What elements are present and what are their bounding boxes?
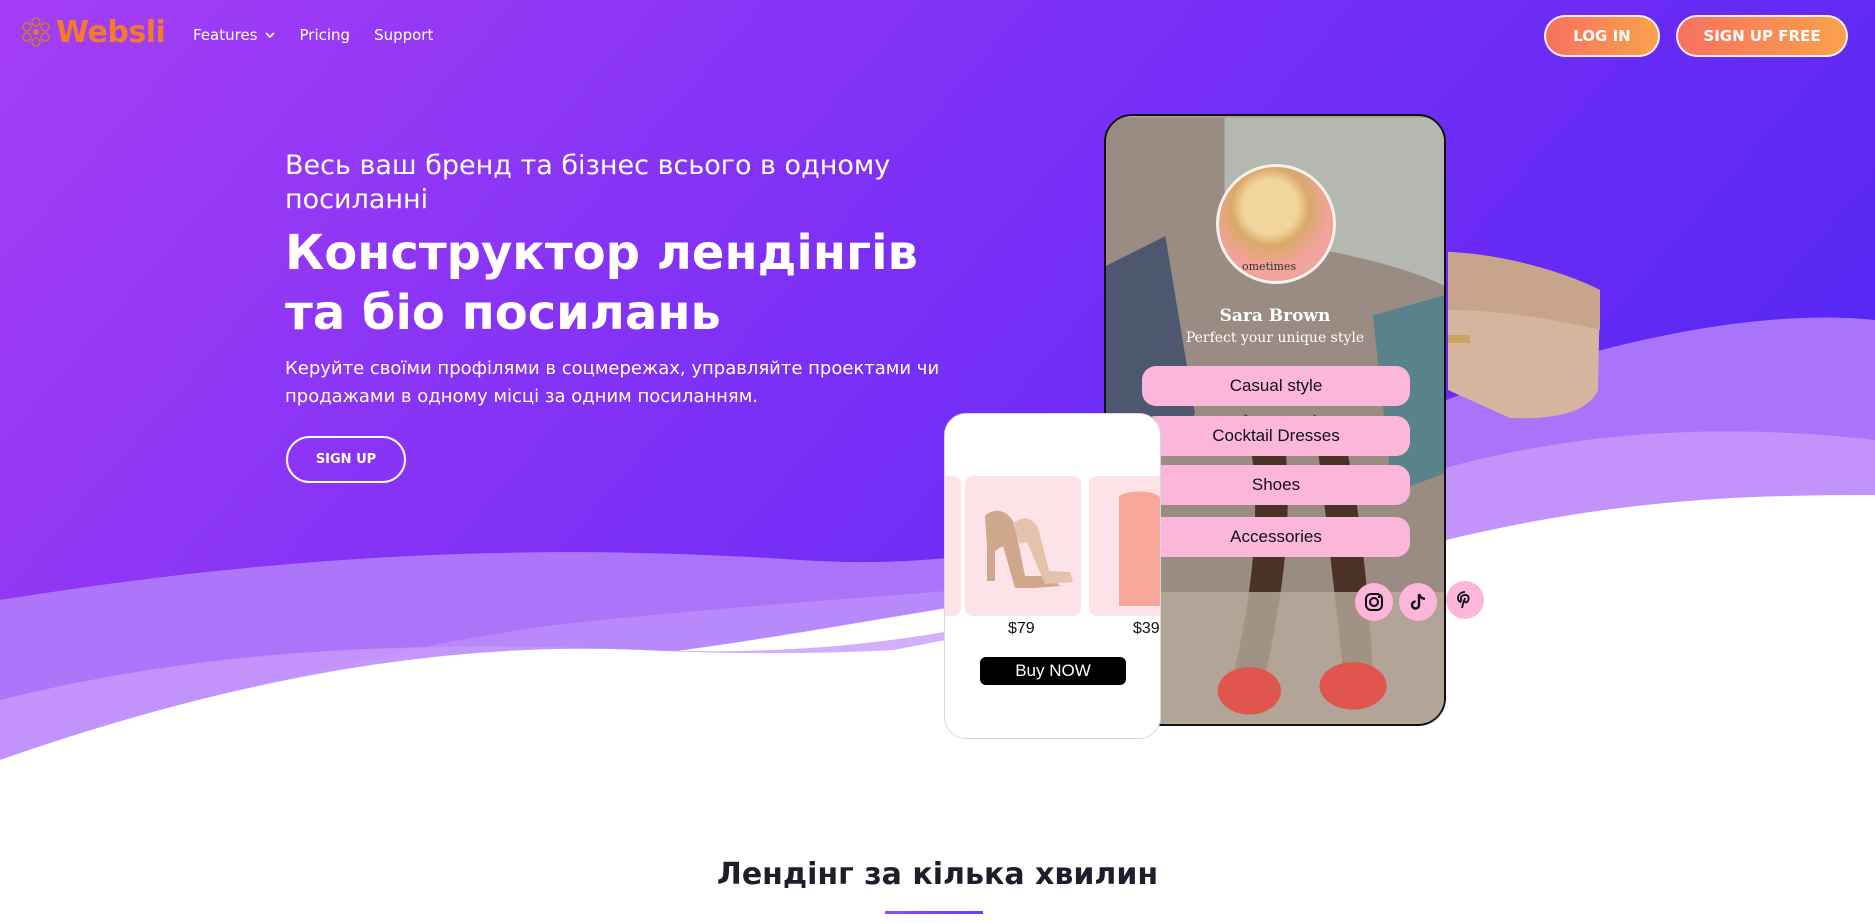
hero-subtitle: Весь ваш бренд та бізнес всього в одному… xyxy=(285,150,891,215)
login-button[interactable]: LOG IN xyxy=(1544,15,1660,57)
signup-free-button[interactable]: SIGN UP FREE xyxy=(1676,15,1848,57)
link-casual-style[interactable]: Casual style xyxy=(1142,366,1410,406)
profile-name: Sara Brown xyxy=(1219,306,1331,326)
hero-signup-button[interactable]: SIGN UP xyxy=(286,436,406,483)
hero-title: Конструктор лендінгів та біо посилань xyxy=(285,225,918,341)
logo-icon xyxy=(22,17,50,47)
nav-pricing[interactable]: Pricing xyxy=(300,26,351,44)
link-cocktail-dresses[interactable]: Cocktail Dresses xyxy=(1142,416,1410,456)
price-blouse: $39 xyxy=(1133,620,1160,637)
price-sandals: $79 xyxy=(1008,620,1035,637)
blouse-image xyxy=(1119,491,1160,606)
logo-text: Websli xyxy=(56,14,166,50)
handbag-image xyxy=(1448,252,1600,419)
pinterest-button[interactable] xyxy=(1446,581,1484,619)
nav-features-label: Features xyxy=(193,26,258,44)
product-tile-previous[interactable] xyxy=(945,476,961,616)
nav-links: Features Pricing Support xyxy=(193,26,433,44)
avatar-text: ometimes xyxy=(1242,260,1297,273)
instagram-button[interactable] xyxy=(1355,583,1393,621)
product-tile-blouse[interactable] xyxy=(1089,476,1160,616)
buy-now-button[interactable]: Buy NOW xyxy=(980,657,1126,685)
tiktok-button[interactable] xyxy=(1399,583,1437,621)
nav-support[interactable]: Support xyxy=(374,26,433,44)
link-shoes[interactable]: Shoes xyxy=(1142,465,1410,505)
section-title: Лендінг за кілька хвилин xyxy=(716,857,1159,892)
product-card: $79 $39 Buy NOW xyxy=(944,413,1161,739)
chevron-down-icon xyxy=(264,32,275,39)
instagram-icon xyxy=(1365,593,1383,611)
logo[interactable]: Websli xyxy=(18,14,166,50)
product-tile-sandals[interactable] xyxy=(965,476,1081,616)
top-navbar: Websli Features Pricing Support LOG IN S… xyxy=(0,0,1875,70)
nav-features[interactable]: Features xyxy=(193,26,276,44)
profile-tagline: Perfect your unique style xyxy=(1185,330,1365,346)
hero-background xyxy=(0,0,1875,923)
pinterest-icon xyxy=(1457,591,1470,609)
hero-description: Керуйте своїми профілями в соцмережах, у… xyxy=(285,358,940,407)
tiktok-icon xyxy=(1410,593,1426,610)
link-accessories[interactable]: Accessories xyxy=(1142,517,1410,557)
sandals-image xyxy=(985,510,1073,588)
section-underline xyxy=(885,911,983,914)
